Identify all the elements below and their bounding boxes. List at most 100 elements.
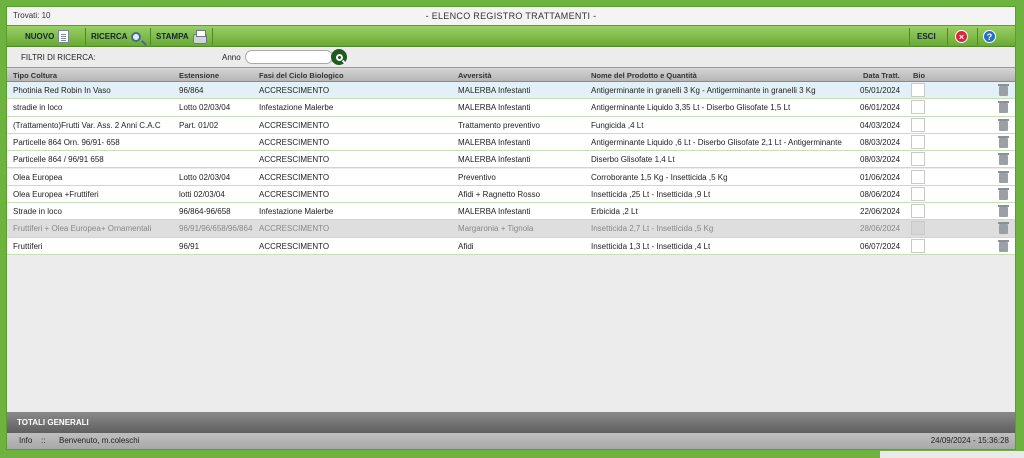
cell-coltura: (Trattamento)Frutti Var. Ass. 2 Anni C.A… — [13, 120, 161, 130]
cell-avversita: Afidi — [458, 241, 474, 251]
cell-data: 22/06/2024 — [860, 207, 901, 217]
column-header[interactable]: Estensione — [179, 71, 219, 80]
bio-checkbox[interactable] — [911, 152, 925, 167]
cell-fase: ACCRESCIMENTO — [259, 137, 330, 147]
print-button[interactable]: STAMPA — [156, 28, 207, 45]
table-row[interactable]: Olea Europea Lotto 02/03/04 ACCRESCIMENT… — [7, 168, 1015, 186]
cell-avversita: MALERBA Infestanti — [458, 207, 531, 217]
cell-estensione: 96/864-96/658 — [179, 207, 231, 217]
bio-checkbox[interactable] — [911, 134, 925, 149]
cell-fase: Infestazione Malerbe — [259, 103, 334, 113]
search-button[interactable]: RICERCA — [91, 28, 142, 45]
trash-icon[interactable] — [998, 239, 1009, 252]
trash-icon[interactable] — [998, 101, 1009, 114]
table-row[interactable]: Fruttiferi 96/91 ACCRESCIMENTO Afidi Ins… — [7, 237, 1015, 255]
cell-fase: ACCRESCIMENTO — [259, 189, 330, 199]
cell-estensione: 96/91 — [179, 241, 200, 251]
column-header[interactable]: Fasi del Ciclo Biologico — [259, 71, 344, 80]
new-document-icon — [58, 30, 70, 43]
main-window: Trovati: 10 - ELENCO REGISTRO TRATTAMENT… — [6, 6, 1016, 450]
totals-bar: TOTALI GENERALI — [7, 412, 1015, 433]
cell-fase: ACCRESCIMENTO — [259, 241, 330, 251]
info-separator: :: — [41, 436, 46, 445]
cell-coltura: Fruttiferi — [13, 241, 43, 251]
new-button[interactable]: NUOVO — [25, 28, 70, 45]
bio-checkbox[interactable] — [911, 238, 925, 253]
toolbar: NUOVO RICERCA STAMPA ESCI × ? — [7, 25, 1015, 47]
info-label: Info — [19, 436, 33, 445]
bio-checkbox[interactable] — [911, 221, 925, 236]
bio-checkbox[interactable] — [911, 100, 925, 115]
table-row[interactable]: Olea Europea +Fruttiferi lotti 02/03/04 … — [7, 185, 1015, 204]
year-label: Anno — [222, 53, 241, 62]
table-row[interactable]: Particelle 864 / 96/91 658 ACCRESCIMENTO… — [7, 151, 1015, 169]
bio-checkbox[interactable] — [911, 204, 925, 219]
bio-checkbox[interactable] — [911, 83, 925, 97]
close-button[interactable]: × — [955, 28, 968, 45]
help-button[interactable]: ? — [983, 28, 996, 45]
new-button-label: NUOVO — [25, 32, 55, 41]
cell-prodotto: Corroborante 1,5 Kg - Insetticida ,5 Kg — [591, 172, 728, 182]
cell-avversita: Preventivo — [458, 172, 496, 182]
column-header[interactable]: Bio — [913, 71, 925, 80]
cell-prodotto: Antigerminante Liquido 3,35 Lt - Diserbo… — [591, 103, 791, 113]
cell-prodotto: Erbicida ,2 Lt — [591, 207, 638, 217]
bio-checkbox[interactable] — [911, 186, 925, 201]
table-row[interactable]: Strade in loco 96/864-96/658 Infestazion… — [7, 203, 1015, 221]
table-row[interactable]: (Trattamento)Frutti Var. Ass. 2 Anni C.A… — [7, 116, 1015, 134]
cell-prodotto: Insetticida ,25 Lt - Insetticida ,9 Lt — [591, 189, 711, 199]
cell-fase: Infestazione Malerbe — [259, 207, 334, 217]
toolbar-separator — [150, 28, 151, 45]
cell-estensione: lotti 02/03/04 — [179, 189, 225, 199]
trash-icon[interactable] — [998, 187, 1009, 200]
bottom-strip — [0, 451, 1024, 458]
toolbar-separator — [977, 28, 978, 45]
cell-data: 08/03/2024 — [860, 137, 901, 147]
column-header[interactable]: Nome del Prodotto e Quantità — [591, 71, 697, 80]
cell-prodotto: Diserbo Glisofate 1,4 Lt — [591, 155, 675, 165]
close-icon: × — [955, 30, 968, 43]
column-header[interactable]: Tipo Coltura — [13, 71, 57, 80]
table-header: Tipo Coltura Estensione Fasi del Ciclo B… — [7, 67, 1015, 82]
cell-data: 28/06/2024 — [860, 224, 901, 234]
toolbar-separator — [212, 28, 213, 45]
toolbar-separator — [909, 28, 910, 45]
printer-icon — [192, 29, 207, 44]
table-row[interactable]: Photinia Red Robin In Vaso 96/864 ACCRES… — [7, 82, 1015, 100]
trash-icon[interactable] — [998, 153, 1009, 166]
cell-coltura: stradie in loco — [13, 103, 63, 113]
cell-avversita: Afidi + Ragnetto Rosso — [458, 189, 541, 199]
bio-checkbox[interactable] — [911, 117, 925, 132]
trash-icon[interactable] — [998, 205, 1009, 218]
table-row[interactable]: stradie in loco Lotto 02/03/04 Infestazi… — [7, 99, 1015, 117]
column-header[interactable]: Avversità — [458, 71, 492, 80]
trash-icon[interactable] — [998, 170, 1009, 183]
cell-prodotto: Antigerminante Liquido ,6 Lt - Diserbo G… — [591, 137, 842, 147]
cell-fase: ACCRESCIMENTO — [259, 172, 330, 182]
cell-data: 08/06/2024 — [860, 189, 901, 199]
exit-button-label: ESCI — [917, 32, 936, 41]
bio-checkbox[interactable] — [911, 169, 925, 184]
cell-coltura: Particelle 864 / 96/91 658 — [13, 155, 104, 165]
year-input[interactable] — [245, 50, 333, 64]
cell-estensione: 96/91/96/658/96/864 — [179, 224, 253, 234]
cell-coltura: Olea Europea +Fruttiferi — [13, 189, 99, 199]
cell-data: 01/06/2024 — [860, 172, 901, 182]
table-row[interactable]: Fruttiferi + Olea Europea+ Ornamentali 9… — [7, 220, 1015, 238]
cell-prodotto: Antigerminante in granelli 3 Kg - Antige… — [591, 86, 816, 95]
trash-icon[interactable] — [998, 222, 1009, 235]
trash-icon[interactable] — [998, 84, 1009, 96]
search-go-button[interactable] — [331, 49, 347, 65]
column-header[interactable]: Data Tratt. — [863, 71, 900, 80]
table-row[interactable]: Particelle 864 Orn. 96/91- 658 ACCRESCIM… — [7, 133, 1015, 152]
cell-fase: ACCRESCIMENTO — [259, 155, 330, 165]
trash-icon[interactable] — [998, 135, 1009, 148]
search-button-label: RICERCA — [91, 32, 128, 41]
cell-data: 06/07/2024 — [860, 241, 901, 251]
title-bar: Trovati: 10 - ELENCO REGISTRO TRATTAMENT… — [7, 7, 1015, 25]
exit-button[interactable]: ESCI — [917, 28, 940, 45]
toolbar-separator — [947, 28, 948, 45]
filters-title: FILTRI DI RICERCA: — [21, 53, 96, 62]
magnifier-icon — [131, 31, 142, 42]
trash-icon[interactable] — [998, 118, 1009, 131]
